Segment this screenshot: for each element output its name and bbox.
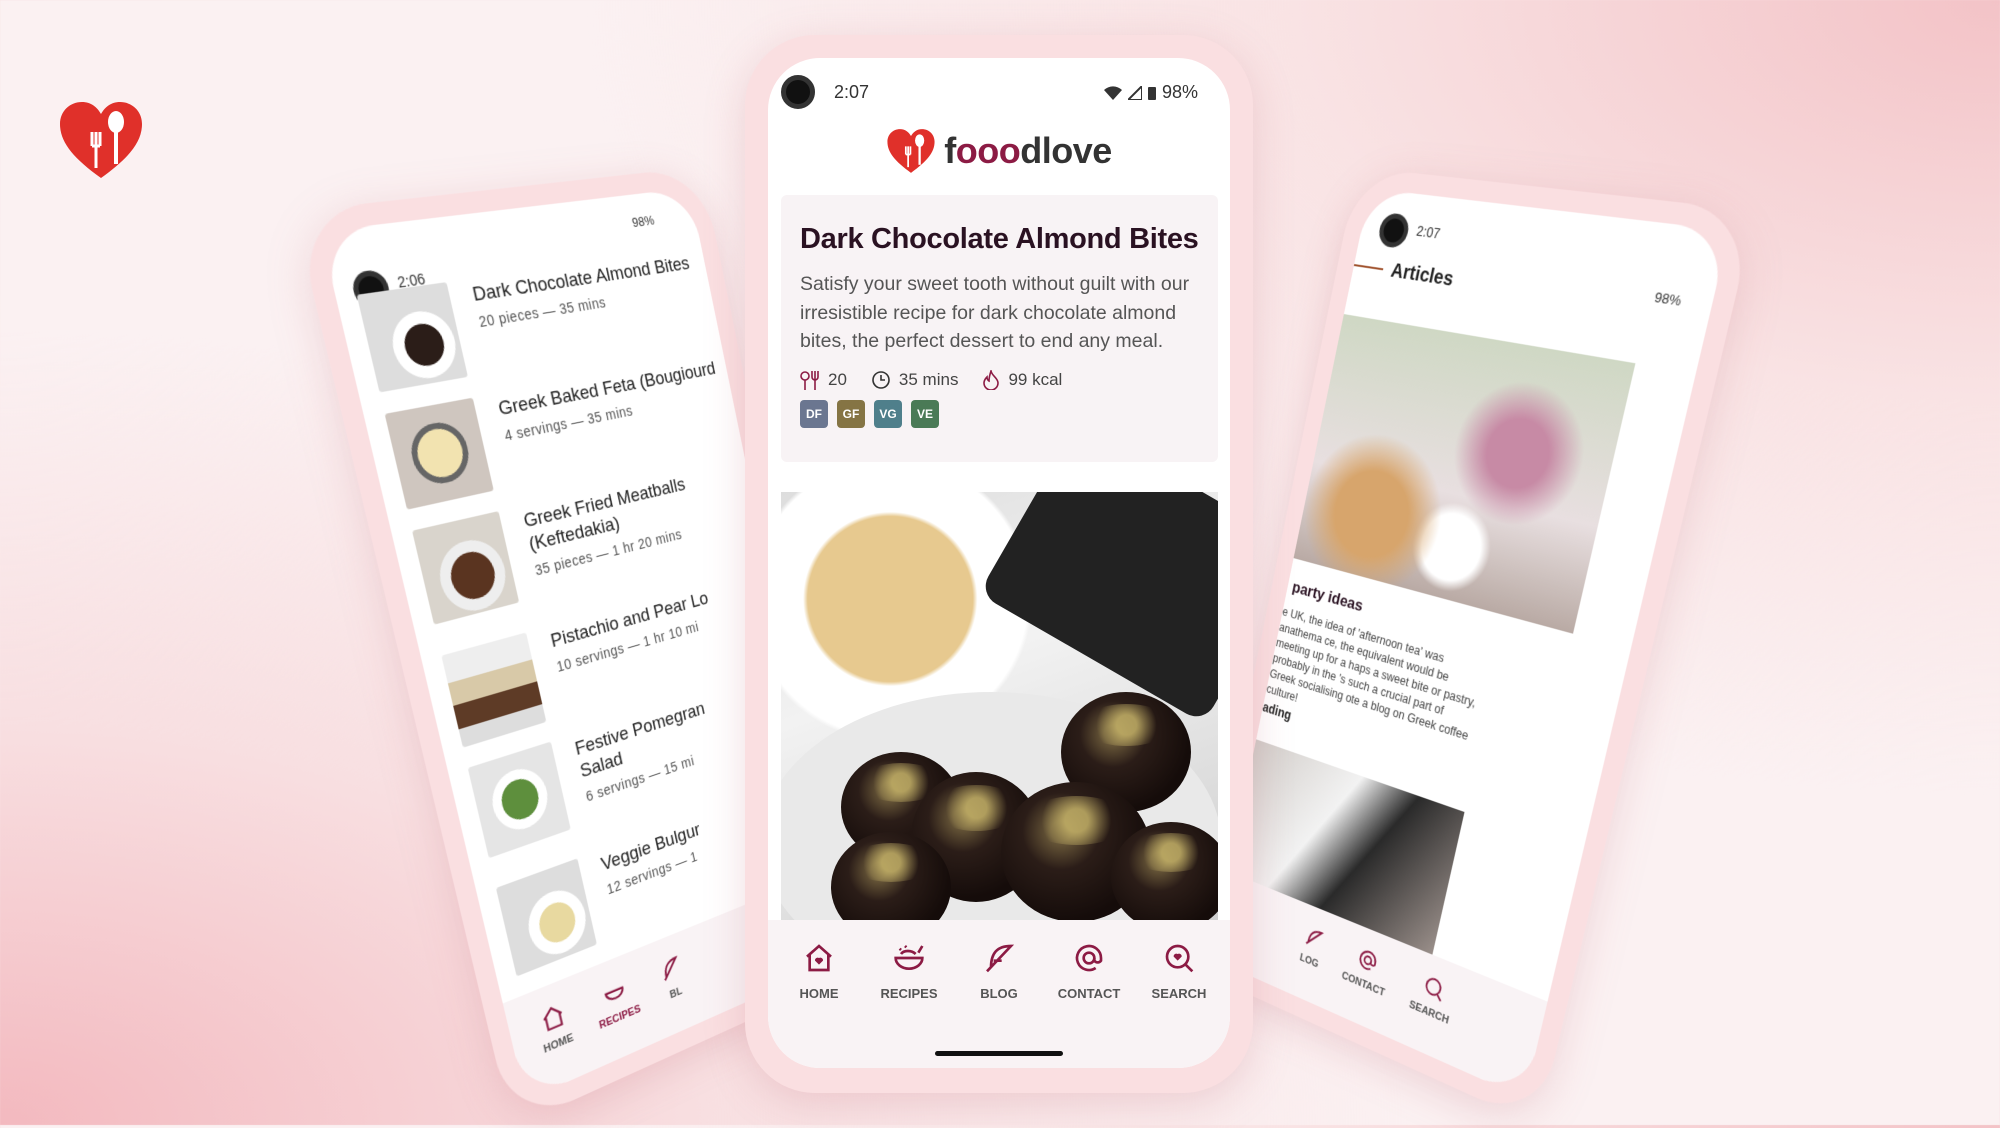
nav-label: HOME bbox=[543, 1032, 575, 1056]
search-heart-icon bbox=[1163, 942, 1195, 974]
recipe-thumbnail bbox=[441, 632, 546, 747]
app-logo: fooodlove bbox=[768, 128, 1230, 174]
status-battery: 98% bbox=[1162, 82, 1198, 103]
recipe-thumbnail bbox=[496, 858, 597, 976]
center-phone-recipe-detail: 2:07 98% fooodlove Dark Chocolate Almond… bbox=[745, 35, 1253, 1093]
recipe-title: Dark Chocolate Almond Bites bbox=[800, 223, 1199, 256]
article-image[interactable] bbox=[1294, 314, 1636, 634]
time-value: 35 mins bbox=[899, 370, 959, 390]
signal-icon bbox=[1128, 86, 1142, 100]
home-heart-icon bbox=[538, 1001, 567, 1036]
battery-icon bbox=[1148, 86, 1156, 100]
nav-label: CONTACT bbox=[1341, 970, 1386, 999]
recipe-thumbnail bbox=[412, 511, 519, 625]
recipe-thumbnail bbox=[468, 742, 571, 859]
nav-home[interactable]: HOME bbox=[775, 920, 863, 1068]
search-heart-icon bbox=[1422, 973, 1447, 1004]
nav-contact[interactable]: CONTACT bbox=[1338, 941, 1393, 1014]
nav-search[interactable]: SEARCH bbox=[1405, 969, 1457, 1042]
recipe-thumbnail bbox=[357, 282, 468, 392]
nav-blog[interactable]: LOG bbox=[1296, 923, 1326, 985]
feather-icon bbox=[657, 952, 684, 985]
logo-text-part: f bbox=[944, 130, 956, 171]
nav-label: BL bbox=[669, 985, 683, 1001]
diet-tag-df[interactable]: DF bbox=[800, 400, 828, 428]
logo-text: fooodlove bbox=[944, 130, 1112, 172]
bottom-nav: HOME RECIPES BLOG CONTACT SEARCH bbox=[768, 920, 1230, 1068]
status-icons: 98% bbox=[1104, 82, 1198, 103]
diet-tag-ve[interactable]: VE bbox=[911, 400, 939, 428]
at-icon bbox=[1356, 946, 1380, 976]
nav-search[interactable]: SEARCH bbox=[1135, 920, 1223, 1068]
flame-icon bbox=[982, 370, 1000, 390]
recipe-summary-card: Dark Chocolate Almond Bites Satisfy your… bbox=[781, 195, 1218, 462]
calories-value: 99 kcal bbox=[1008, 370, 1062, 390]
article-excerpt: e UK, the idea of 'afternoon tea' was an… bbox=[1265, 604, 1488, 763]
recipe-description: Satisfy your sweet tooth without guilt w… bbox=[800, 270, 1199, 356]
nav-label: SEARCH bbox=[1152, 986, 1207, 1001]
camera-icon bbox=[1376, 212, 1411, 249]
nav-label: CONTACT bbox=[1058, 986, 1121, 1001]
recipe-hero-image bbox=[781, 492, 1218, 920]
bowl-icon bbox=[893, 942, 925, 974]
right-phone-articles: 2:07 98% Articles party ideas e UK, the … bbox=[1193, 167, 1756, 1126]
nav-blog[interactable]: BL bbox=[657, 952, 690, 1016]
bowl-icon bbox=[600, 975, 628, 1009]
nav-label: RECIPES bbox=[880, 986, 937, 1001]
nav-blog[interactable]: BLOG bbox=[955, 920, 1043, 1068]
feather-icon bbox=[1303, 923, 1326, 952]
nav-recipes[interactable]: RECIPES bbox=[865, 920, 953, 1068]
wifi-icon bbox=[1104, 86, 1122, 100]
status-time: 2:07 bbox=[1415, 223, 1441, 242]
nav-label: SEARCH bbox=[1408, 999, 1450, 1027]
nav-home[interactable]: HOME bbox=[535, 999, 578, 1069]
heart-logo-icon bbox=[886, 128, 936, 174]
diet-tag-vg[interactable]: VG bbox=[874, 400, 902, 428]
status-battery: 98% bbox=[631, 212, 656, 230]
center-phone-screen: 2:07 98% fooodlove Dark Chocolate Almond… bbox=[768, 58, 1230, 1068]
tray-shape bbox=[978, 492, 1218, 724]
header-divider bbox=[1354, 264, 1383, 270]
nav-recipes[interactable]: RECIPES bbox=[591, 971, 645, 1045]
logo-text-part: ooo bbox=[956, 130, 1020, 171]
at-icon bbox=[1073, 942, 1105, 974]
nav-label: LOG bbox=[1299, 952, 1320, 971]
recipe-thumbnail bbox=[385, 398, 494, 510]
status-time: 2:07 bbox=[834, 82, 869, 103]
feather-icon bbox=[983, 942, 1015, 974]
status-battery: 98% bbox=[1653, 289, 1683, 309]
clock-icon bbox=[871, 370, 891, 390]
nav-label: HOME bbox=[800, 986, 839, 1001]
right-phone-screen: 2:07 98% Articles party ideas e UK, the … bbox=[1211, 188, 1729, 1098]
home-heart-icon bbox=[803, 942, 835, 974]
brand-heart-logo bbox=[58, 100, 144, 180]
camera-icon bbox=[781, 75, 815, 109]
nav-contact[interactable]: CONTACT bbox=[1045, 920, 1133, 1068]
diet-tag-gf[interactable]: GF bbox=[837, 400, 865, 428]
page-title: Articles bbox=[1389, 260, 1456, 292]
home-indicator[interactable] bbox=[935, 1051, 1063, 1056]
recipe-meta: 20 35 mins 99 kcal bbox=[800, 370, 1199, 390]
diet-tags: DF GF VG VE bbox=[800, 400, 1199, 428]
nav-label: BLOG bbox=[980, 986, 1018, 1001]
logo-text-part: dlove bbox=[1020, 130, 1112, 171]
servings-value: 20 bbox=[828, 370, 847, 390]
cutlery-icon bbox=[800, 370, 820, 390]
